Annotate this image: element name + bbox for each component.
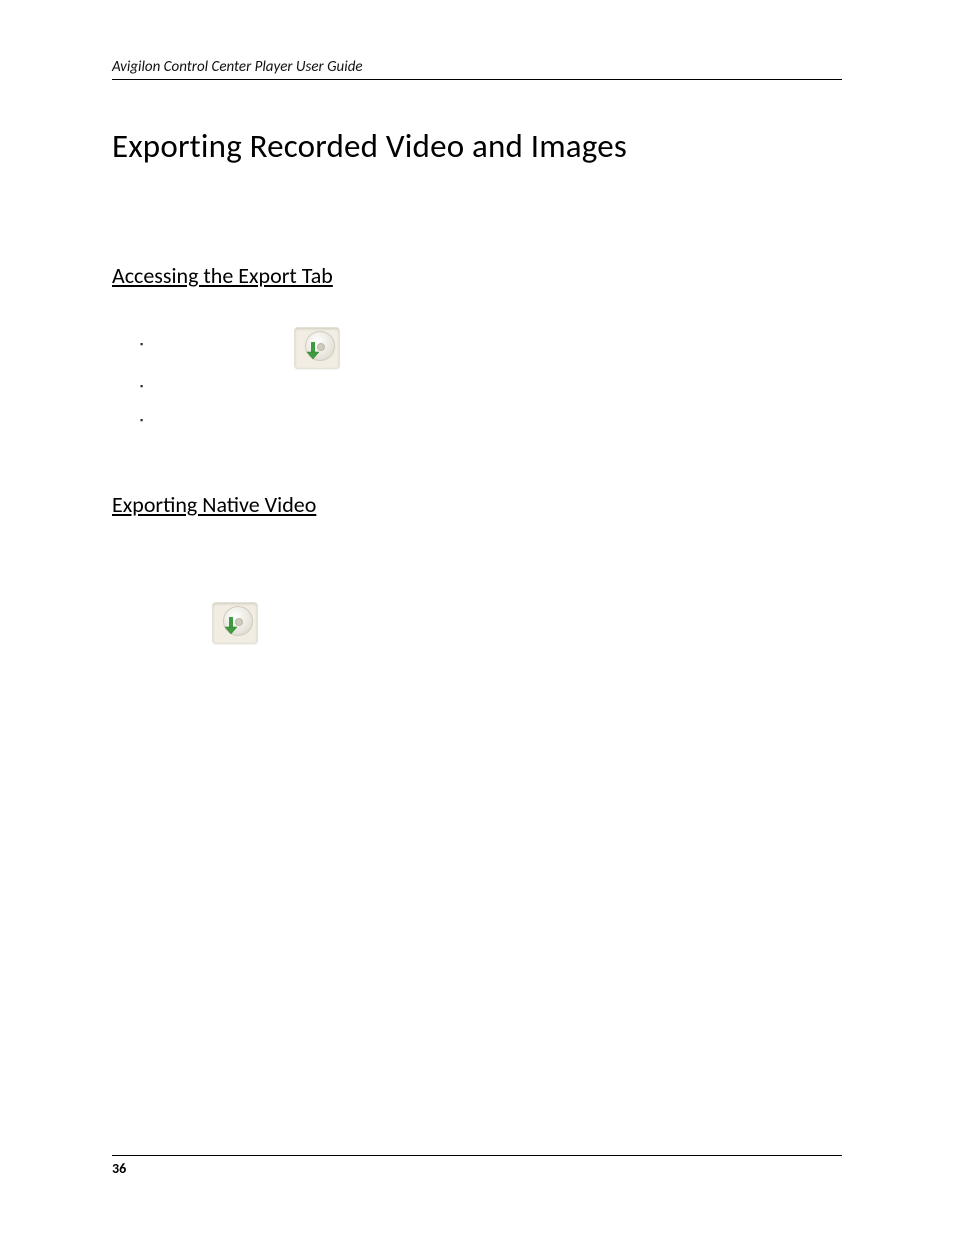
step-row — [112, 608, 842, 644]
list-item — [154, 327, 842, 369]
section-heading-accessing-export-tab: Accessing the Export Tab — [112, 262, 842, 289]
list-item — [154, 403, 842, 437]
page-number: 36 — [112, 1160, 126, 1177]
running-header: Avigilon Control Center Player User Guid… — [112, 58, 842, 80]
list-item — [154, 369, 842, 403]
export-icon — [294, 327, 340, 369]
section-heading-exporting-native-video: Exporting Native Video — [112, 491, 842, 518]
page-footer: 36 — [112, 1155, 842, 1177]
page-title: Exporting Recorded Video and Images — [112, 126, 842, 166]
export-icon — [212, 602, 258, 644]
access-export-tab-list — [112, 327, 842, 437]
